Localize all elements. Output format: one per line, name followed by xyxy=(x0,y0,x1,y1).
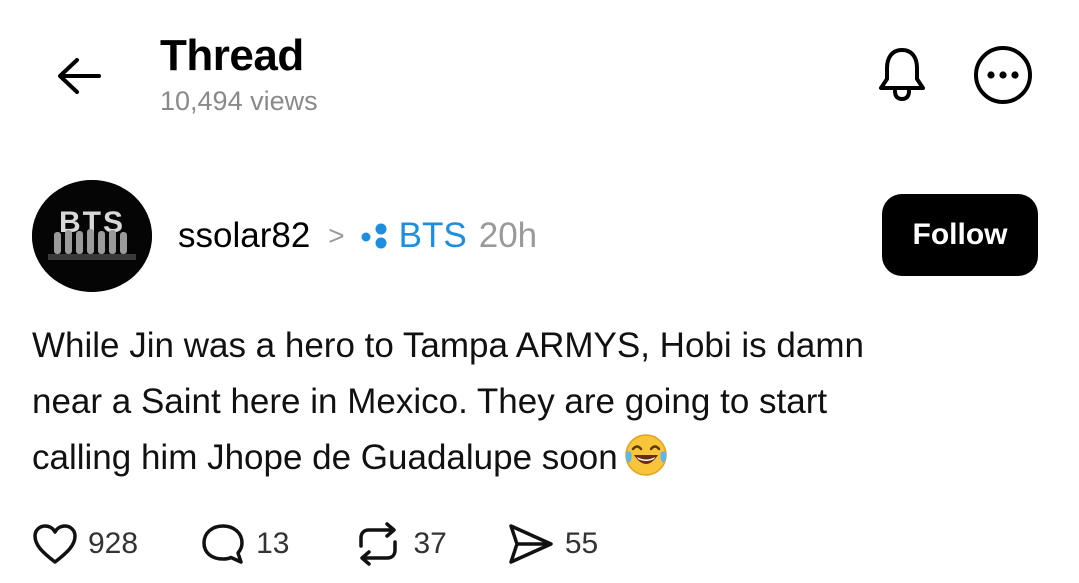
comment-icon xyxy=(202,524,244,564)
header-titles: Thread 10,494 views xyxy=(160,30,318,118)
share-button[interactable]: 55 xyxy=(507,522,598,566)
bell-icon xyxy=(879,48,925,102)
page-title: Thread xyxy=(160,31,304,80)
send-icon xyxy=(509,524,553,564)
more-options-icon xyxy=(974,46,1032,104)
thread-page: Thread 10,494 views BTS ssolar82 > BTS 2… xyxy=(0,0,1079,583)
reply-button[interactable]: 13 xyxy=(200,522,289,566)
post-body-line: While Jin was a hero to Tampa ARMYS, Hob… xyxy=(32,326,864,365)
view-count: 10,494 views xyxy=(160,86,318,116)
avatar[interactable]: BTS xyxy=(32,180,152,292)
post-body-line: near a Saint here in Mexico. They are go… xyxy=(32,382,828,421)
share-count: 55 xyxy=(564,527,599,560)
reply-count: 13 xyxy=(256,527,290,560)
follow-button[interactable]: Follow xyxy=(882,194,1038,276)
post-body-line: calling him Jhope de Guadalupe soon xyxy=(32,438,618,477)
notifications-button[interactable] xyxy=(872,44,932,104)
repost-icon xyxy=(359,522,398,566)
post-body: While Jin was a hero to Tampa ARMYS, Hob… xyxy=(32,318,1032,494)
back-button[interactable] xyxy=(50,52,106,100)
bts-logo-image: BTS xyxy=(32,180,152,292)
back-arrow-icon xyxy=(58,58,101,94)
post-actions: 928 13 37 55 xyxy=(32,522,598,566)
heart-icon xyxy=(33,524,77,564)
laughing-emoji-icon xyxy=(624,433,668,494)
community-icon xyxy=(359,222,391,250)
like-button[interactable]: 928 xyxy=(32,523,138,565)
post-meta: ssolar82 > BTS 20h xyxy=(178,214,537,258)
post-timestamp: 20h xyxy=(478,216,538,255)
like-count: 928 xyxy=(88,527,139,560)
username[interactable]: ssolar82 xyxy=(178,216,310,256)
repost-button[interactable]: 37 xyxy=(353,522,447,566)
repost-count: 37 xyxy=(413,527,447,560)
separator-chevron: > xyxy=(328,220,345,251)
more-options-button[interactable] xyxy=(970,45,1036,105)
post-body-line-last: calling him Jhope de Guadalupe soon xyxy=(32,430,1032,494)
community-link[interactable]: BTS xyxy=(399,216,467,256)
